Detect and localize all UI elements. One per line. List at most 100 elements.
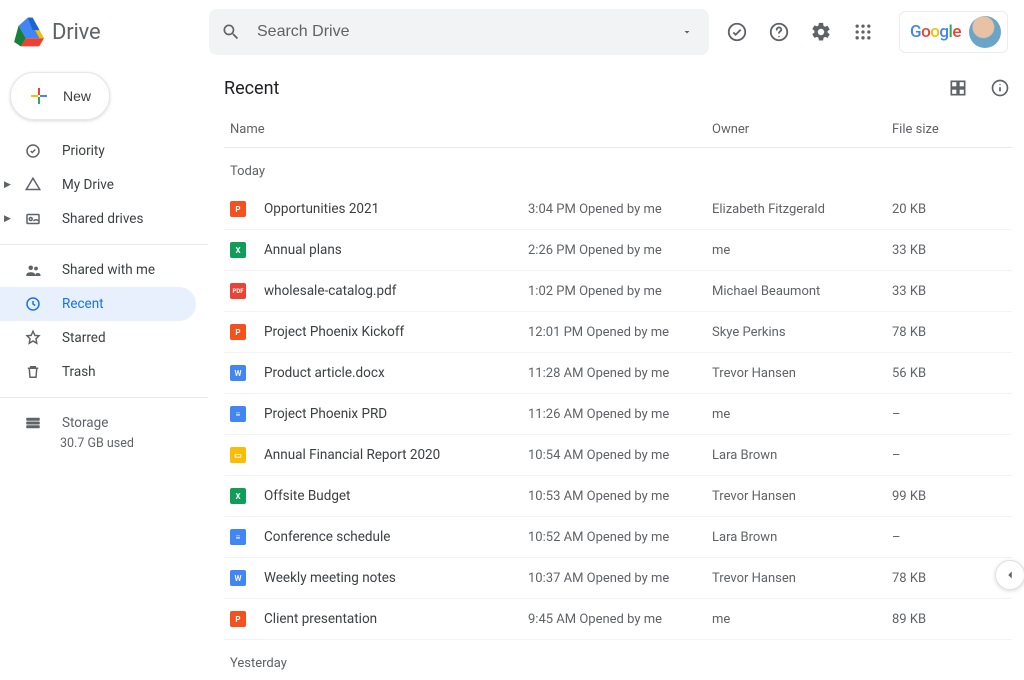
file-last-opened: 10:54 AM Opened by me: [528, 448, 712, 463]
settings-icon[interactable]: [809, 20, 833, 44]
file-owner: me: [712, 612, 892, 627]
view-grid-icon[interactable]: [946, 76, 970, 100]
file-name: Product article.docx: [264, 365, 528, 381]
sidebar-item-shared-drives[interactable]: ▶Shared drives: [0, 202, 196, 236]
sidebar-item-my-drive[interactable]: ▶ My Drive: [0, 168, 196, 202]
file-size: 99 KB: [892, 489, 1012, 504]
column-owner[interactable]: Owner: [712, 122, 892, 137]
docs-file-icon: ≡: [230, 406, 246, 422]
clock-icon: [24, 295, 42, 313]
file-size: –: [892, 407, 1012, 422]
page-title: Recent: [224, 78, 279, 99]
file-size: 56 KB: [892, 366, 1012, 381]
new-button[interactable]: New: [10, 72, 110, 120]
support-icon[interactable]: [767, 20, 791, 44]
sidebar-item-label: Recent: [62, 296, 104, 312]
file-row[interactable]: PDFwholesale-catalog.pdf1:02 PM Opened b…: [224, 271, 1012, 312]
sheets-file-icon: X: [230, 242, 246, 258]
shared-drive-icon: [24, 210, 42, 228]
file-last-opened: 9:45 AM Opened by me: [528, 612, 712, 627]
google-wordmark: Google: [910, 22, 961, 42]
file-last-opened: 12:01 PM Opened by me: [528, 325, 712, 340]
file-row[interactable]: ≡Project Phoenix PRD11:26 AM Opened by m…: [224, 394, 1012, 435]
file-row[interactable]: POpportunities 20213:04 PM Opened by meE…: [224, 189, 1012, 230]
file-row[interactable]: ▭Annual Financial Report 202010:54 AM Op…: [224, 435, 1012, 476]
sidebar-divider: [0, 397, 208, 398]
file-row[interactable]: ≡Conference schedule10:52 AM Opened by m…: [224, 517, 1012, 558]
file-row[interactable]: XOffsite Budget10:53 AM Opened by meTrev…: [224, 476, 1012, 517]
search-input[interactable]: [257, 23, 661, 41]
file-size: –: [892, 448, 1012, 463]
account-chip[interactable]: Google: [899, 11, 1008, 53]
file-size: –: [892, 530, 1012, 545]
star-icon: [24, 329, 42, 347]
side-panel-toggle[interactable]: [995, 560, 1024, 590]
file-size: 78 KB: [892, 571, 1012, 586]
word-file-icon: W: [230, 365, 246, 381]
file-last-opened: 10:52 AM Opened by me: [528, 530, 712, 545]
file-name: Project Phoenix Kickoff: [264, 324, 528, 340]
offline-ready-icon[interactable]: [725, 20, 749, 44]
file-last-opened: 2:26 PM Opened by me: [528, 243, 712, 258]
trash-icon: [24, 363, 42, 381]
column-headers: Name Owner File size: [224, 112, 1012, 148]
expand-icon[interactable]: ▶: [4, 180, 11, 190]
sidebar-item-starred[interactable]: Starred: [0, 321, 196, 355]
file-last-opened: 10:37 AM Opened by me: [528, 571, 712, 586]
file-owner: Lara Brown: [712, 530, 892, 545]
sheets-file-icon: X: [230, 488, 246, 504]
file-owner: Trevor Hansen: [712, 489, 892, 504]
file-name: Weekly meeting notes: [264, 570, 528, 586]
search-bar[interactable]: [209, 9, 709, 55]
file-owner: Lara Brown: [712, 448, 892, 463]
file-size: 20 KB: [892, 202, 1012, 217]
file-owner: Trevor Hansen: [712, 571, 892, 586]
sidebar-item-label: Starred: [62, 330, 106, 346]
details-icon[interactable]: [988, 76, 1012, 100]
file-owner: Trevor Hansen: [712, 366, 892, 381]
file-last-opened: 3:04 PM Opened by me: [528, 202, 712, 217]
yellow-file-icon: ▭: [230, 447, 246, 463]
priority-icon: [24, 142, 42, 160]
new-button-label: New: [63, 88, 91, 104]
sidebar-item-shared-with-me[interactable]: Shared with me: [0, 253, 196, 287]
file-owner: Skye Perkins: [712, 325, 892, 340]
expand-icon[interactable]: ▶: [4, 214, 11, 224]
column-size[interactable]: File size: [892, 122, 1008, 137]
apps-grid-icon[interactable]: [851, 20, 875, 44]
slides-file-icon: P: [230, 611, 246, 627]
file-owner: me: [712, 243, 892, 258]
file-row[interactable]: P Project Phoenix Kickoff12:01 PM Opened …: [224, 312, 1012, 353]
sidebar-item-recent[interactable]: Recent: [0, 287, 196, 321]
storage-used: 30.7 GB used: [24, 436, 208, 451]
file-owner: me: [712, 407, 892, 422]
search-options-icon[interactable]: [675, 20, 699, 44]
file-name: Offsite Budget: [264, 488, 528, 504]
sidebar-divider: [0, 244, 208, 245]
file-row[interactable]: X Annual plans2:26 PM Opened by meme33 KB: [224, 230, 1012, 271]
sidebar-item-label: Shared with me: [62, 262, 155, 278]
file-name: Annual plans: [264, 242, 528, 258]
sidebar-item-trash[interactable]: Trash: [0, 355, 196, 389]
slides-file-icon: P: [230, 324, 246, 340]
file-name: Conference schedule: [264, 529, 528, 545]
file-size: 33 KB: [892, 284, 1012, 299]
avatar[interactable]: [969, 16, 1001, 48]
pdf-file-icon: PDF: [230, 283, 246, 299]
mydrive-icon: [24, 176, 42, 194]
file-row[interactable]: P Client presentation9:45 AM Opened by me…: [224, 599, 1012, 640]
sidebar-item-priority[interactable]: Priority: [0, 134, 196, 168]
brand[interactable]: Drive: [12, 16, 201, 48]
file-name: Client presentation: [264, 611, 528, 627]
sidebar-item-storage[interactable]: Storage: [24, 406, 208, 440]
search-icon[interactable]: [219, 20, 243, 44]
sidebar-item-label: Priority: [62, 143, 105, 159]
file-last-opened: 11:26 AM Opened by me: [528, 407, 712, 422]
sidebar-item-label: Trash: [62, 364, 96, 380]
file-row[interactable]: W Product article.docx11:28 AM Opened by …: [224, 353, 1012, 394]
column-name[interactable]: Name: [230, 122, 528, 137]
file-row[interactable]: WWeekly meeting notes10:37 AM Opened by …: [224, 558, 1012, 599]
sidebar-item-label: My Drive: [62, 177, 114, 193]
file-size: 33 KB: [892, 243, 1012, 258]
file-last-opened: 11:28 AM Opened by me: [528, 366, 712, 381]
